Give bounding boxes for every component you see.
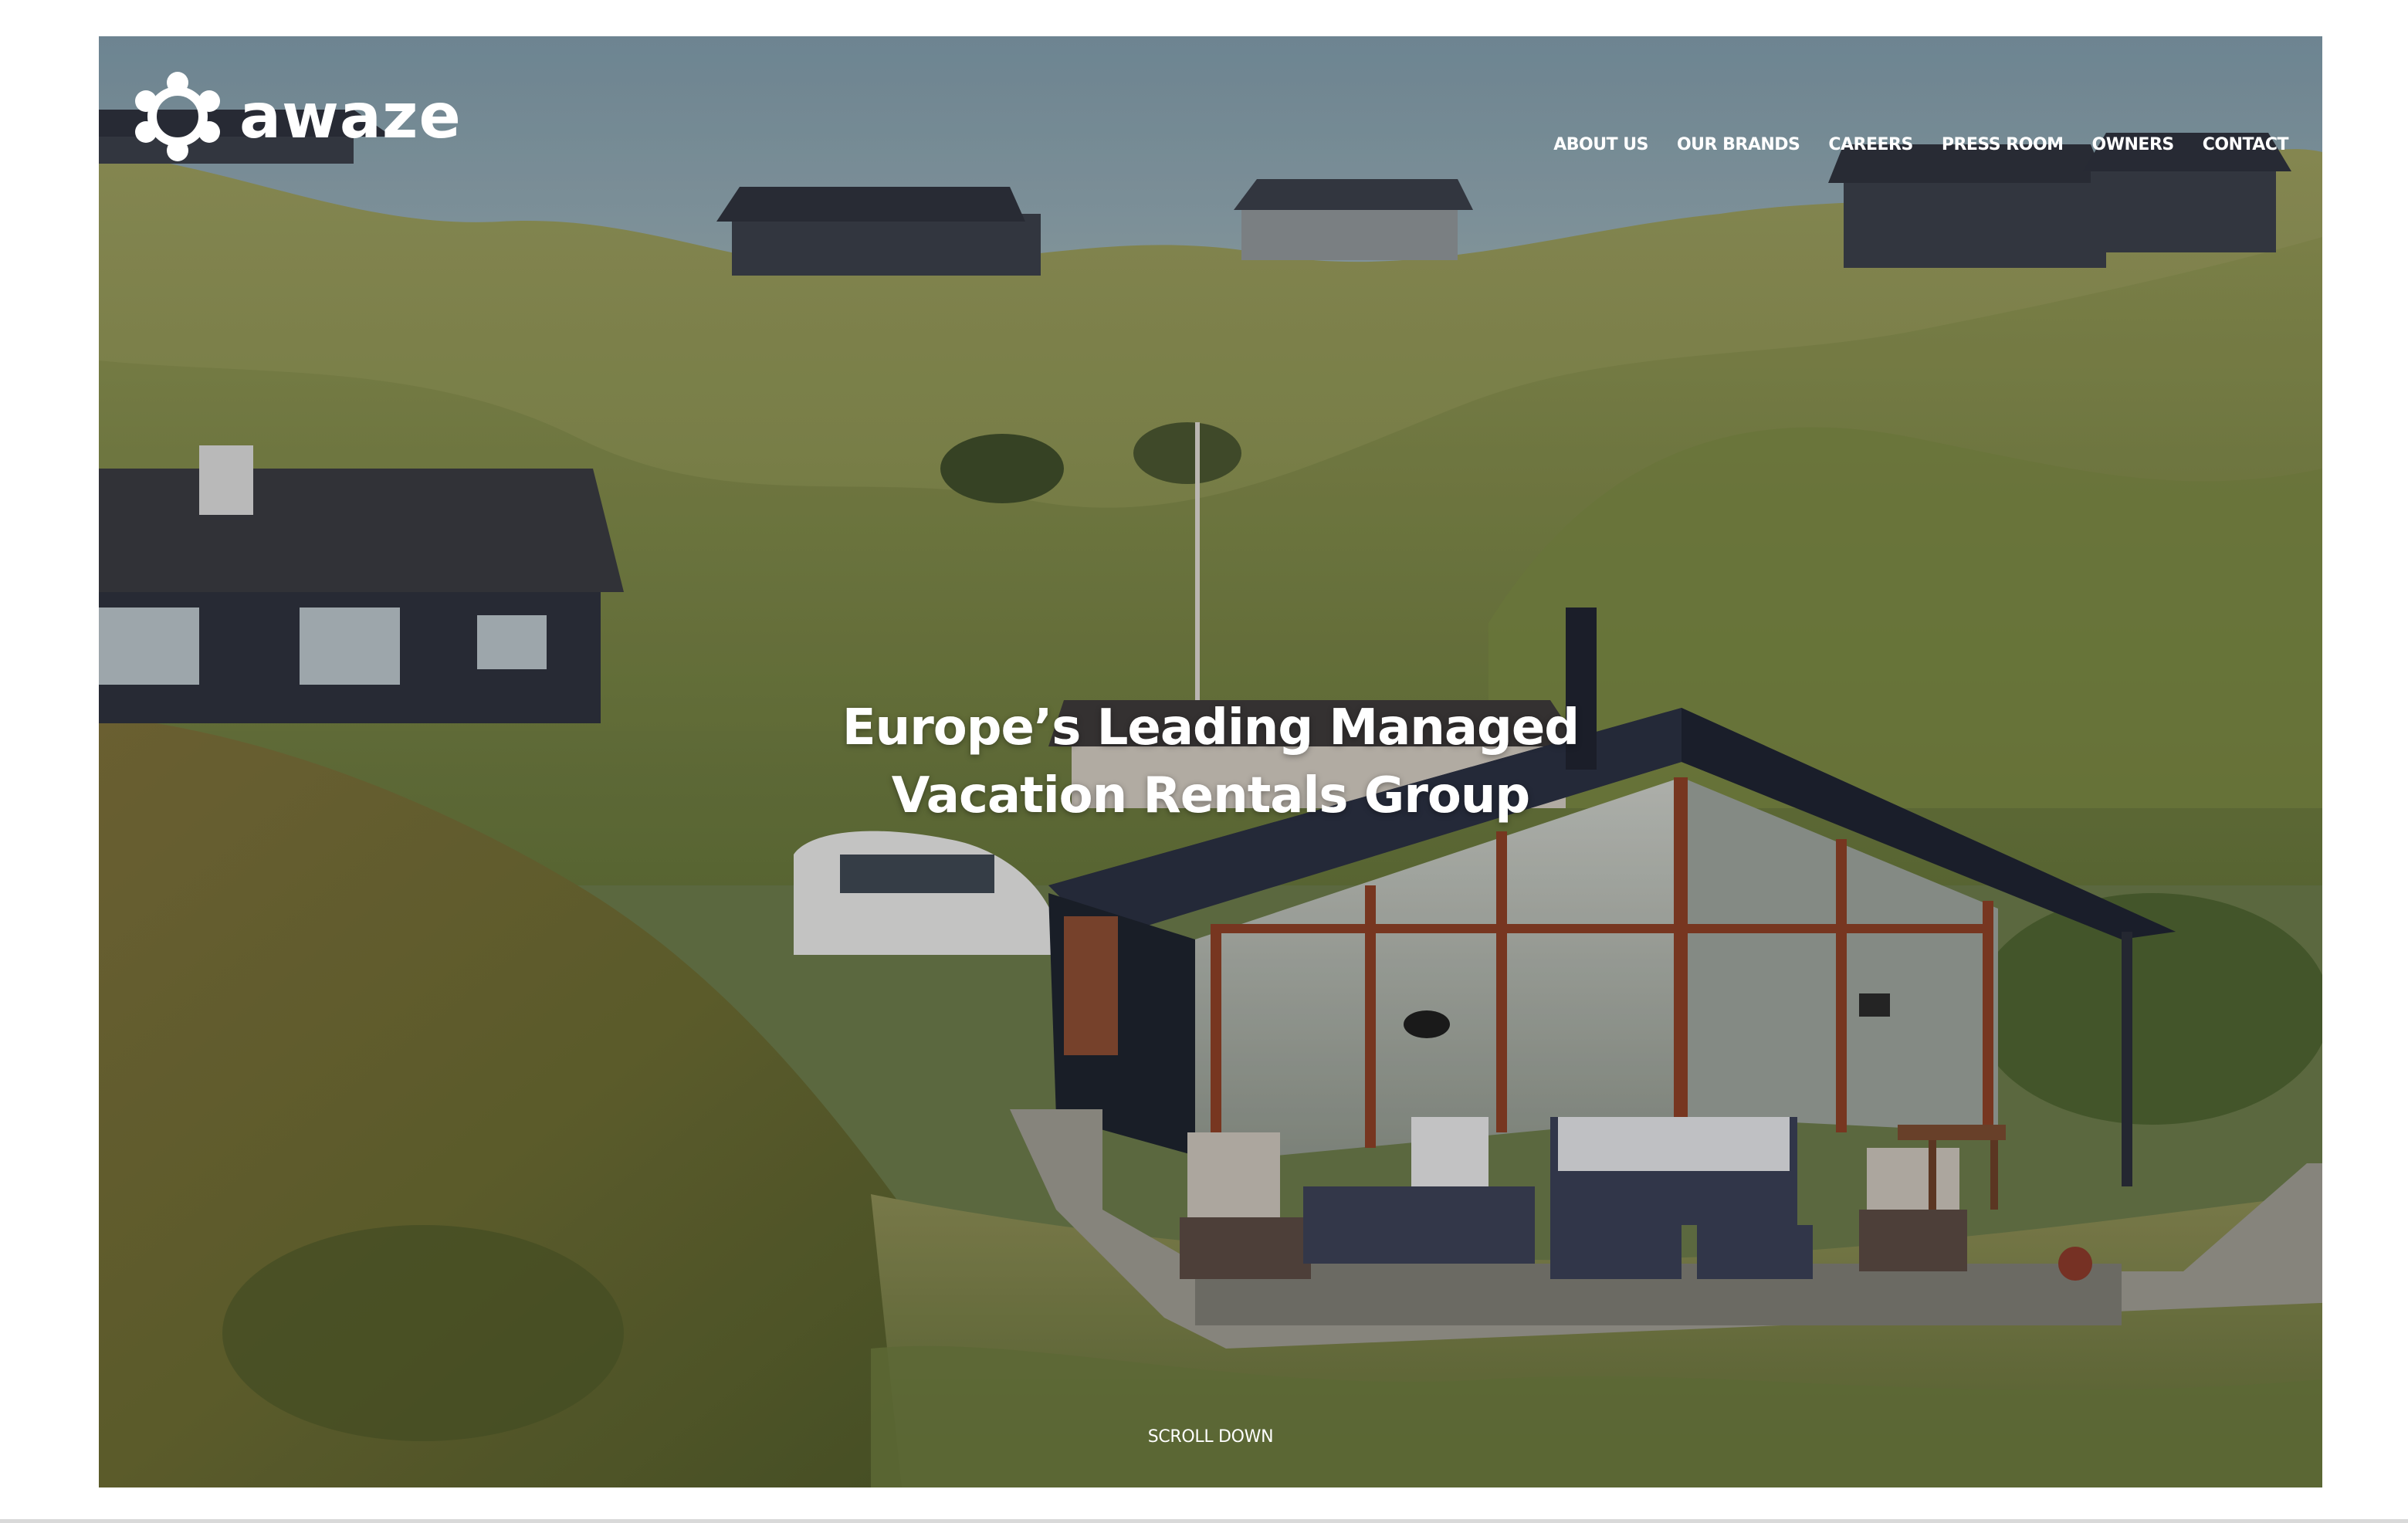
hero-heading-line-1: Europe’s Leading Managed (842, 699, 1580, 756)
page-bottom-divider (0, 1519, 2408, 1523)
brand-logo[interactable]: awaze (133, 70, 462, 163)
brand-name: awaze (239, 80, 462, 152)
nav-item-contact[interactable]: CONTACT (2203, 135, 2289, 154)
nav-item-careers[interactable]: CAREERS (1828, 135, 1913, 154)
hero-heading-line-2: Vacation Rentals Group (891, 767, 1530, 824)
nav-item-about-us[interactable]: ABOUT US (1553, 135, 1648, 154)
hero-section: awaze ABOUT US OUR BRANDS CAREERS PRESS … (99, 36, 2322, 1487)
nav-item-press-room[interactable]: PRESS ROOM (1942, 135, 2064, 154)
nav-item-our-brands[interactable]: OUR BRANDS (1677, 135, 1800, 154)
scroll-down-link[interactable]: SCROLL DOWN (99, 1427, 2322, 1447)
hero-heading: Europe’s Leading Managed Vacation Rental… (99, 694, 2322, 830)
nav-item-owners[interactable]: OWNERS (2092, 135, 2175, 154)
awaze-ring-logo-icon (135, 72, 220, 161)
main-nav: ABOUT US OUR BRANDS CAREERS PRESS ROOM O… (1553, 135, 2288, 154)
